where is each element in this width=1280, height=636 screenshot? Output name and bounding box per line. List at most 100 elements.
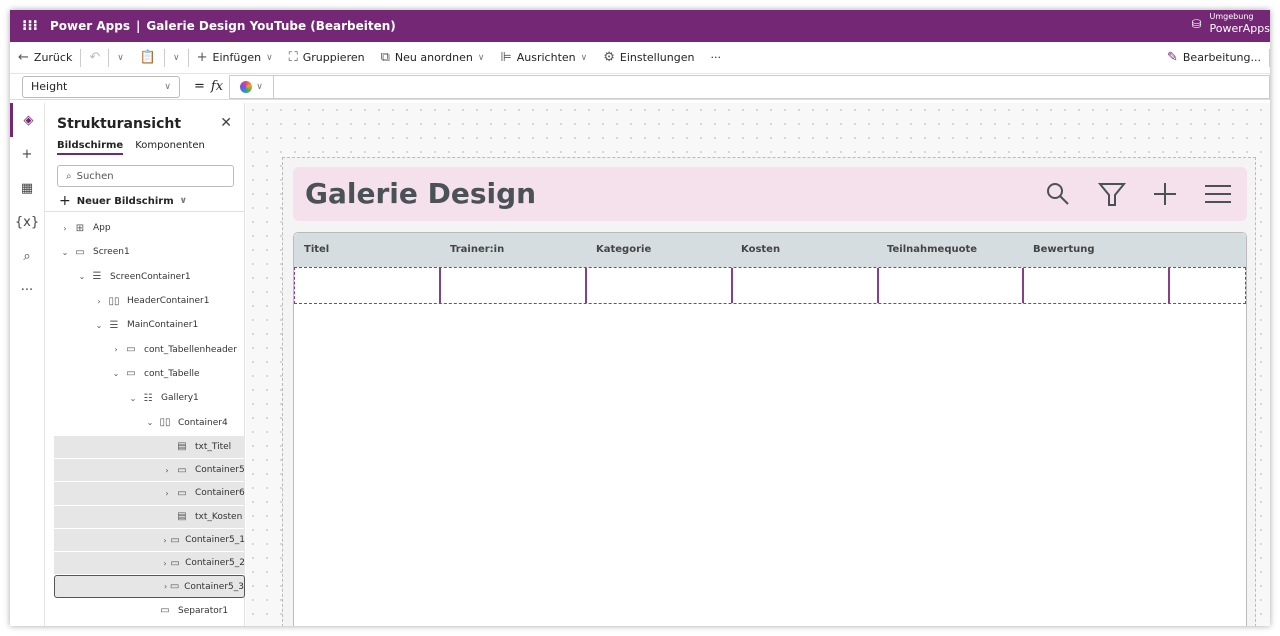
control-icon: ☰: [92, 271, 102, 283]
arrange-button[interactable]: ⧉ Neu anordnen ∨: [373, 50, 493, 65]
left-rail: ◈ + ▦ {x} ⌕ ···: [10, 103, 45, 626]
tree-item[interactable]: › ▭ Container5_2: [54, 552, 245, 575]
tree-item-label: Container5: [195, 465, 245, 476]
column-header: Teilnahmequote: [887, 244, 978, 255]
gallery-row[interactable]: [294, 267, 1246, 304]
tree-item-label: txt_Titel: [195, 441, 232, 452]
control-icon: ☷: [143, 392, 153, 404]
copilot-button[interactable]: ∨: [230, 75, 275, 98]
tree-item[interactable]: ▭ Separator1: [45, 599, 245, 623]
align-icon: ⊫: [500, 50, 512, 65]
tree-item-label: ScreenContainer1: [110, 271, 191, 282]
chevron-down-icon: ∨: [580, 52, 588, 63]
control-icon: ▭: [170, 534, 180, 546]
tree-item[interactable]: › ▭ Container5_3: [54, 575, 245, 598]
group-button[interactable]: ⛶ Gruppieren: [281, 50, 373, 65]
tree-item[interactable]: ▤ txt_Kosten: [54, 505, 245, 528]
edit-button[interactable]: ✎ Bearbeitung...: [1159, 50, 1269, 65]
title-bar: ⁝⁝⁝ Power Apps | Galerie Design YouTube …: [10, 10, 1270, 42]
tree-item-label: Container5_1: [185, 535, 245, 545]
column-header: Titel: [304, 244, 330, 255]
chevron-right-icon[interactable]: ›: [110, 345, 122, 354]
close-icon[interactable]: ✕: [220, 115, 232, 131]
chevron-right-icon[interactable]: ›: [161, 489, 173, 498]
settings-button[interactable]: ⚙ Einstellungen: [595, 50, 702, 65]
back-button[interactable]: ← Zurück: [10, 50, 80, 65]
control-icon: ▭: [177, 464, 187, 476]
align-button[interactable]: ⊫ Ausrichten ∨: [492, 50, 595, 65]
table-container[interactable]: Titel Trainer:in Kategorie Kosten Teilna…: [293, 232, 1247, 626]
control-icon: ▭: [126, 344, 136, 356]
variables-icon[interactable]: {x}: [10, 205, 44, 239]
tree-view-icon[interactable]: ◈: [10, 103, 44, 137]
filter-icon[interactable]: [1097, 179, 1127, 209]
chevron-right-icon[interactable]: ›: [161, 536, 169, 545]
tab-screens[interactable]: Bildschirme: [57, 140, 124, 155]
chevron-down-icon[interactable]: ⌄: [127, 394, 139, 403]
tree-item-label: App: [93, 223, 111, 234]
tree-item[interactable]: › ▭ Container6: [54, 482, 245, 505]
screen1[interactable]: Galerie Design Titel Trainer:in Kategori…: [282, 157, 1256, 626]
table-header: Titel Trainer:in Kategorie Kosten Teilna…: [294, 233, 1246, 267]
formula-input[interactable]: ∨: [229, 74, 1270, 99]
tree-item-label: Container5_3: [184, 581, 244, 592]
tree-item[interactable]: ⌄ ☰ ScreenContainer1: [45, 265, 245, 289]
insert-icon[interactable]: +: [10, 137, 44, 171]
tree-item[interactable]: › ⊞ App: [45, 216, 245, 240]
paste-dropdown[interactable]: ∨: [165, 53, 188, 63]
plus-icon[interactable]: [1150, 179, 1180, 209]
chevron-right-icon[interactable]: ›: [59, 224, 71, 233]
tree-item[interactable]: ⌄ ▭ Screen1: [45, 240, 245, 264]
undo-dropdown[interactable]: ∨: [109, 53, 132, 63]
app-launcher-icon[interactable]: ⁝⁝⁝: [10, 18, 50, 34]
chevron-right-icon[interactable]: ›: [93, 297, 105, 306]
tree-item[interactable]: › ▯▯ HeaderContainer1: [45, 289, 245, 313]
chevron-right-icon[interactable]: ›: [161, 559, 169, 568]
chevron-right-icon[interactable]: ›: [162, 582, 169, 591]
tree-item[interactable]: ⌄ ☷ Gallery1: [45, 386, 245, 410]
tree-item[interactable]: › ▭ Container5_1: [54, 528, 245, 552]
tree-item-label: Screen1: [93, 247, 130, 258]
tree-item-label: Gallery1: [161, 393, 199, 404]
chevron-right-icon[interactable]: ›: [161, 466, 173, 475]
search-input[interactable]: ⌕ Suchen: [57, 165, 234, 187]
tree-item[interactable]: ▤ txt_Titel: [54, 435, 245, 458]
chevron-down-icon[interactable]: ⌄: [93, 321, 105, 330]
chevron-down-icon[interactable]: ⌄: [59, 248, 71, 257]
header-container[interactable]: Galerie Design: [293, 167, 1247, 221]
search-icon: ⌕: [66, 170, 72, 182]
clipboard-icon: 📋: [139, 50, 157, 65]
environment-picker[interactable]: ⛁ Umgebung PowerApps: [1191, 12, 1270, 35]
property-dropdown[interactable]: Height ∨: [22, 75, 180, 98]
data-icon[interactable]: ▦: [10, 171, 44, 205]
chevron-down-icon[interactable]: ⌄: [144, 418, 156, 427]
plus-icon: +: [59, 193, 71, 209]
insert-button[interactable]: + Einfügen ∨: [189, 50, 281, 65]
new-screen-button[interactable]: + Neuer Bildschirm ∨: [59, 193, 187, 209]
undo-button[interactable]: ↶: [81, 50, 108, 65]
control-icon: ▯▯: [159, 417, 171, 429]
property-value: Height: [31, 80, 68, 93]
search-icon[interactable]: ⌕: [10, 239, 44, 273]
tree-item[interactable]: ⌄ ▭ cont_Tabelle: [45, 362, 245, 386]
chevron-down-icon[interactable]: ⌄: [76, 272, 88, 281]
paste-button[interactable]: 📋: [132, 50, 164, 65]
canvas[interactable]: Galerie Design Titel Trainer:in Kategori…: [246, 103, 1270, 626]
equals-sign: =: [194, 79, 205, 94]
tree-item[interactable]: ⌄ ▯▯ Container4: [45, 410, 245, 434]
chevron-down-icon: ∨: [256, 81, 263, 92]
tree-item[interactable]: › ▭ Container5: [54, 458, 245, 482]
more-icon[interactable]: ···: [10, 273, 44, 307]
pencil-icon: ✎: [1166, 50, 1178, 65]
tab-components[interactable]: Komponenten: [135, 140, 205, 155]
document-title: Galerie Design YouTube (Bearbeiten): [146, 19, 396, 33]
search-icon[interactable]: [1043, 179, 1073, 209]
group-icon: ⛶: [288, 50, 298, 65]
more-button[interactable]: ···: [702, 51, 729, 64]
tree-item[interactable]: ⌄ ☰ MainContainer1: [45, 313, 245, 337]
menu-icon[interactable]: [1203, 179, 1233, 209]
align-label: Ausrichten: [516, 51, 576, 64]
chevron-down-icon[interactable]: ⌄: [110, 369, 122, 378]
divider: [45, 211, 244, 212]
tree-item[interactable]: › ▭ cont_Tabellenheader: [45, 337, 245, 361]
